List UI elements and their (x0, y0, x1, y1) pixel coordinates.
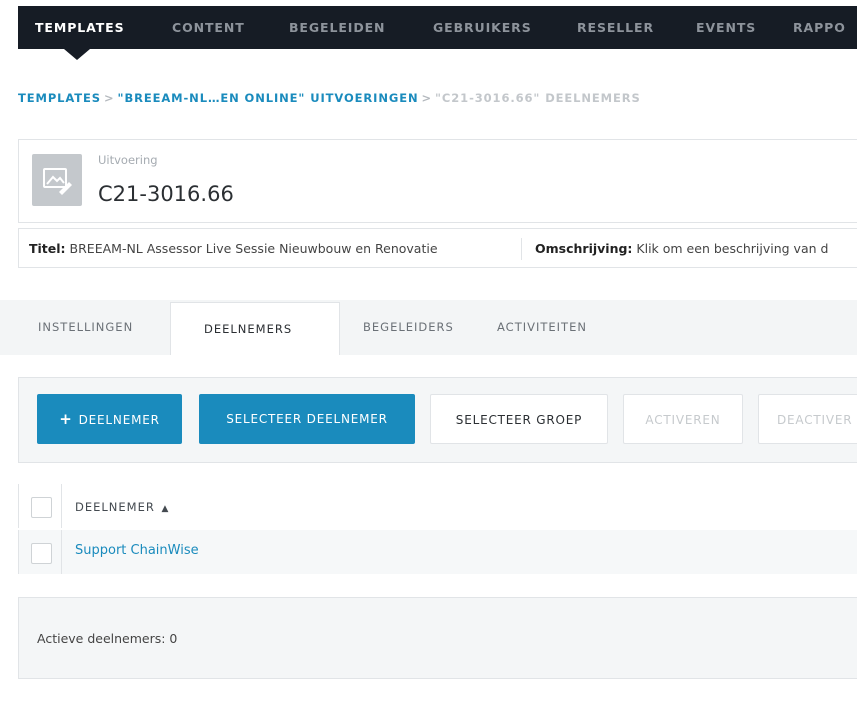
breadcrumb-current: "C21-3016.66" DEELNEMERS (435, 91, 641, 105)
title-field: Titel: BREEAM-NL Assessor Live Sessie Ni… (29, 241, 438, 256)
tab-deelnemers[interactable]: DEELNEMERS (204, 322, 292, 336)
description-field: Omschrijving: Klik om een beschrijving v… (535, 241, 828, 256)
title-field-value[interactable]: BREEAM-NL Assessor Live Sessie Nieuwbouw… (70, 241, 438, 256)
breadcrumb-separator: > (104, 91, 115, 105)
select-all-cell (18, 484, 62, 528)
row-checkbox[interactable] (31, 543, 52, 564)
description-field-label: Omschrijving: (535, 241, 633, 256)
participants-table: DEELNEMER ▲ Support ChainWise (18, 484, 857, 575)
record-kind-label: Uitvoering (98, 153, 158, 167)
description-field-value[interactable]: Klik om een beschrijving van d (636, 241, 828, 256)
nav-item-reseller[interactable]: RESELLER (577, 6, 654, 49)
tab-instellingen[interactable]: INSTELLINGEN (38, 320, 133, 334)
select-group-button[interactable]: SELECTEER GROEP (430, 394, 608, 444)
tab-begeleiders[interactable]: BEGELEIDERS (363, 320, 454, 334)
info-bar: Titel: BREEAM-NL Assessor Live Sessie Ni… (18, 228, 857, 268)
active-participants-count: Actieve deelnemers: 0 (37, 631, 178, 646)
summary-footer: Actieve deelnemers: 0 (18, 597, 857, 679)
column-header-label: DEELNEMER (75, 500, 155, 514)
deactivate-button[interactable]: DEACTIVER (758, 394, 857, 444)
top-navigation: TEMPLATES CONTENT BEGELEIDEN GEBRUIKERS … (18, 6, 857, 49)
record-title[interactable]: C21-3016.66 (98, 182, 234, 206)
active-nav-indicator (64, 49, 90, 60)
nav-item-gebruikers[interactable]: GEBRUIKERS (433, 6, 532, 49)
table-header-row: DEELNEMER ▲ (18, 484, 857, 528)
table-row: Support ChainWise (18, 530, 857, 574)
plus-icon: + (59, 410, 73, 428)
breadcrumb-uitvoeringen[interactable]: "BREEAM-NL…EN ONLINE" UITVOERINGEN (118, 91, 419, 105)
nav-item-events[interactable]: EVENTS (696, 6, 756, 49)
breadcrumb-templates[interactable]: TEMPLATES (18, 91, 101, 105)
add-participant-button[interactable]: + DEELNEMER (37, 394, 182, 444)
nav-item-templates[interactable]: TEMPLATES (35, 6, 125, 49)
breadcrumb: TEMPLATES > "BREEAM-NL…EN ONLINE" UITVOERI… (18, 91, 641, 105)
row-select-cell (18, 530, 62, 574)
title-field-label: Titel: (29, 241, 66, 256)
add-participant-label: DEELNEMER (78, 413, 160, 427)
participant-name-link[interactable]: Support ChainWise (75, 543, 199, 558)
image-edit-icon[interactable] (32, 154, 82, 206)
info-divider (521, 238, 522, 260)
activate-button[interactable]: ACTIVEREN (623, 394, 743, 444)
nav-item-begeleiden[interactable]: BEGELEIDEN (289, 6, 385, 49)
column-header-deelnemer[interactable]: DEELNEMER ▲ (75, 500, 169, 514)
nav-item-content[interactable]: CONTENT (172, 6, 245, 49)
record-header: Uitvoering C21-3016.66 (18, 139, 857, 223)
nav-item-rapportages[interactable]: RAPPO (793, 6, 846, 49)
breadcrumb-separator: > (421, 91, 433, 105)
sort-ascending-icon: ▲ (161, 504, 170, 514)
select-all-checkbox[interactable] (31, 497, 52, 518)
select-participant-button[interactable]: SELECTEER DEELNEMER (199, 394, 415, 444)
tab-activiteiten[interactable]: ACTIVITEITEN (497, 320, 587, 334)
